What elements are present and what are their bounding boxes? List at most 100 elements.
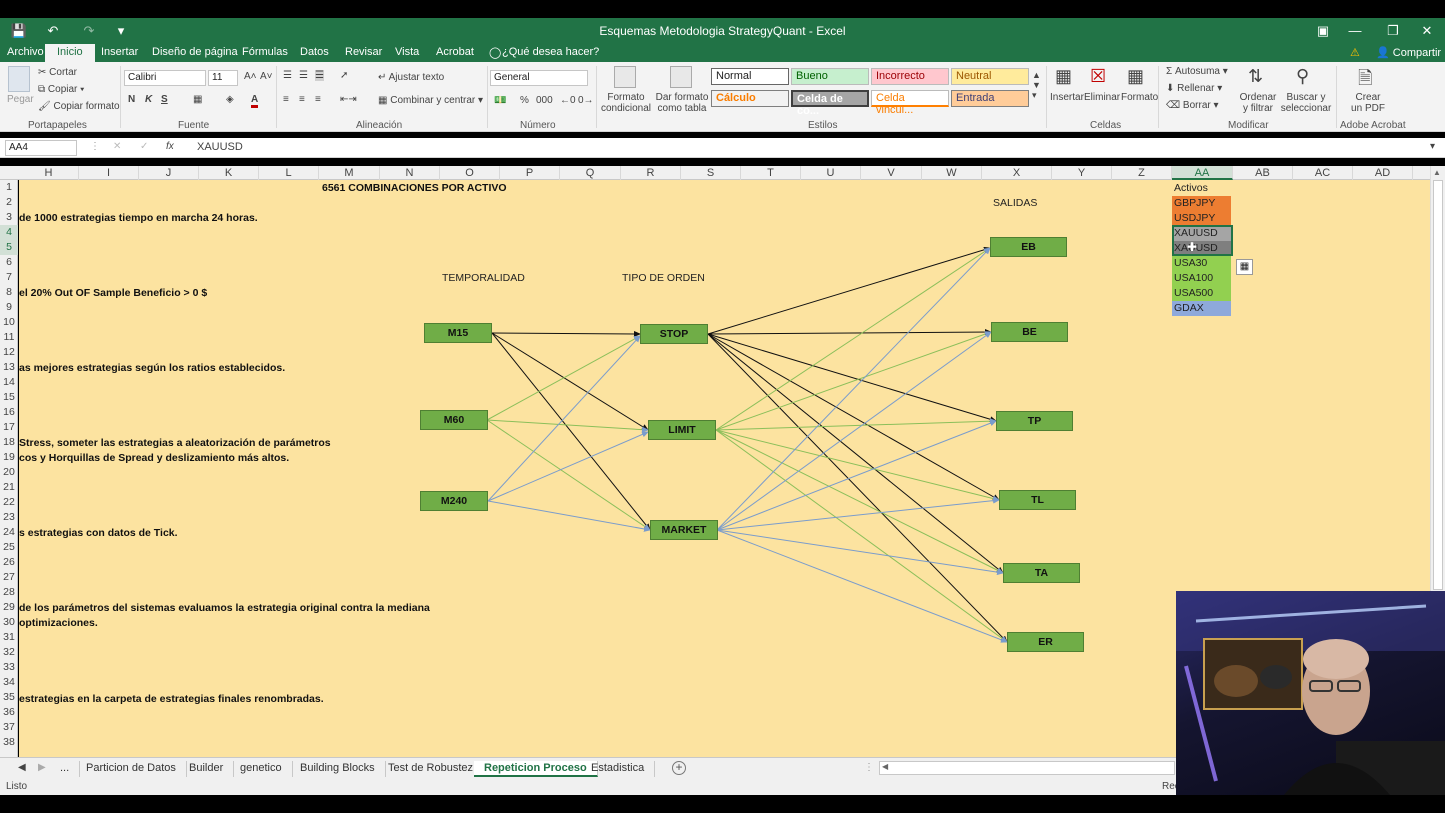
number-format-select[interactable]: General <box>490 70 588 86</box>
decrease-decimal-icon[interactable]: 0→ <box>578 95 594 106</box>
shrink-font-icon[interactable]: A˅ <box>260 71 273 82</box>
node-limit[interactable]: LIMIT <box>648 420 716 440</box>
column-header-i[interactable]: I <box>79 166 139 180</box>
quick-analysis-icon[interactable]: ▦ <box>1236 259 1253 275</box>
insert-cells-button[interactable]: Insertar <box>1050 92 1084 103</box>
thousands-icon[interactable]: 000 <box>536 95 553 106</box>
column-header-j[interactable]: J <box>139 166 199 180</box>
font-size-select[interactable]: 11 <box>208 70 238 86</box>
row-header-36[interactable]: 36 <box>0 705 18 720</box>
prev-sheet-icon[interactable]: ◀ <box>18 762 26 773</box>
cancel-icon[interactable]: ✕ <box>113 141 121 152</box>
row-header-28[interactable]: 28 <box>0 585 18 600</box>
italic-icon[interactable]: K <box>145 94 152 105</box>
row-header-29[interactable]: 29 <box>0 600 18 615</box>
warning-icon[interactable]: ⚠ <box>1350 46 1360 59</box>
horizontal-scrollbar[interactable]: ◀ <box>879 761 1175 775</box>
column-header-h[interactable]: H <box>19 166 79 180</box>
column-header-n[interactable]: N <box>380 166 440 180</box>
tab-vista[interactable]: Vista <box>395 46 419 58</box>
align-center-icon[interactable]: ≡ <box>299 94 305 105</box>
column-header-ad[interactable]: AD <box>1353 166 1413 180</box>
column-header-m[interactable]: M <box>319 166 380 180</box>
paste-button[interactable]: Pegar <box>7 94 34 105</box>
row-header-6[interactable]: 6 <box>0 255 18 270</box>
cut-button[interactable]: ✂ Cortar <box>38 67 77 78</box>
sheet-tab-particion[interactable]: Particion de Datos <box>76 761 187 777</box>
row-header-7[interactable]: 7 <box>0 270 18 285</box>
share-button[interactable]: 👤 Compartir <box>1376 46 1441 59</box>
bold-icon[interactable]: N <box>128 94 135 105</box>
asset-cell[interactable]: GDAX <box>1172 301 1231 316</box>
row-header-5[interactable]: 5 <box>0 240 18 255</box>
tab-insertar[interactable]: Insertar <box>101 46 138 58</box>
column-header-s[interactable]: S <box>681 166 741 180</box>
row-header-32[interactable]: 32 <box>0 645 18 660</box>
node-tp[interactable]: TP <box>996 411 1073 431</box>
column-header-ac[interactable]: AC <box>1293 166 1353 180</box>
node-er[interactable]: ER <box>1007 632 1084 652</box>
row-header-9[interactable]: 9 <box>0 300 18 315</box>
sheet-tab-genetico[interactable]: genetico <box>230 761 293 777</box>
clear-button[interactable]: ⌫ Borrar ▾ <box>1166 100 1219 111</box>
paste-icon[interactable] <box>8 66 30 92</box>
sheet-tab-building-blocks[interactable]: Building Blocks <box>290 761 386 777</box>
conditional-format-button[interactable]: Formato condicional <box>598 92 654 114</box>
autosum-button[interactable]: Σ Autosuma ▾ <box>1166 66 1228 77</box>
style-incorrecto[interactable]: Incorrecto <box>871 68 949 85</box>
row-header-2[interactable]: 2 <box>0 195 18 210</box>
row-header-1[interactable]: 1 <box>0 180 18 195</box>
sheet-tab-repeticion[interactable]: Repeticion Proceso <box>474 761 598 777</box>
row-header-34[interactable]: 34 <box>0 675 18 690</box>
wrap-text-button[interactable]: ↵ Ajustar texto <box>378 72 444 83</box>
column-header-t[interactable]: T <box>741 166 801 180</box>
format-cells-icon[interactable]: ▦ <box>1127 66 1144 87</box>
tell-me-search[interactable]: ¿Qué desea hacer? <box>502 46 599 58</box>
row-header-3[interactable]: 3 <box>0 210 18 225</box>
row-header-18[interactable]: 18 <box>0 435 18 450</box>
font-color-icon[interactable]: A <box>251 94 259 108</box>
underline-icon[interactable]: S <box>161 94 168 105</box>
row-header-8[interactable]: 8 <box>0 285 18 300</box>
column-header-l[interactable]: L <box>259 166 319 180</box>
copy-button[interactable]: ⧉ Copiar ▾ <box>38 84 84 95</box>
asset-cell[interactable]: USA30 <box>1172 256 1231 271</box>
merge-center-button[interactable]: ▦ Combinar y centrar ▾ <box>378 95 483 106</box>
font-name-select[interactable]: Calibri <box>124 70 206 86</box>
row-header-13[interactable]: 13 <box>0 360 18 375</box>
style-neutral[interactable]: Neutral <box>951 68 1029 85</box>
find-select-icon[interactable]: ⚲ <box>1296 66 1309 87</box>
row-header-30[interactable]: 30 <box>0 615 18 630</box>
asset-cell[interactable]: USA500 <box>1172 286 1231 301</box>
node-market[interactable]: MARKET <box>650 520 718 540</box>
row-header-11[interactable]: 11 <box>0 330 18 345</box>
row-header-20[interactable]: 20 <box>0 465 18 480</box>
tab-archivo[interactable]: Archivo <box>7 46 44 58</box>
tab-datos[interactable]: Datos <box>300 46 329 58</box>
row-header-24[interactable]: 24 <box>0 525 18 540</box>
column-header-u[interactable]: U <box>801 166 861 180</box>
orientation-icon[interactable]: ➚ <box>340 70 348 81</box>
column-header-w[interactable]: W <box>922 166 982 180</box>
node-m60[interactable]: M60 <box>420 410 488 430</box>
sort-filter-button[interactable]: Ordenar y filtrar <box>1236 92 1280 114</box>
row-header-10[interactable]: 10 <box>0 315 18 330</box>
column-header-r[interactable]: R <box>621 166 681 180</box>
row-header-15[interactable]: 15 <box>0 390 18 405</box>
column-header-z[interactable]: Z <box>1112 166 1172 180</box>
asset-cell[interactable]: USDJPY <box>1172 211 1231 226</box>
row-header-22[interactable]: 22 <box>0 495 18 510</box>
row-header-25[interactable]: 25 <box>0 540 18 555</box>
conditional-format-icon[interactable] <box>614 66 636 88</box>
row-header-37[interactable]: 37 <box>0 720 18 735</box>
style-celda-vinculada[interactable]: Celda vincul... <box>871 90 949 116</box>
fill-color-icon[interactable]: ◈ <box>226 94 234 105</box>
align-bottom-icon[interactable]: ☰ <box>315 70 324 81</box>
sort-filter-icon[interactable]: ⇅ <box>1248 66 1263 87</box>
asset-cell[interactable]: GBPJPY <box>1172 196 1231 211</box>
row-header-35[interactable]: 35 <box>0 690 18 705</box>
column-header-y[interactable]: Y <box>1052 166 1112 180</box>
row-header-14[interactable]: 14 <box>0 375 18 390</box>
style-entrada[interactable]: Entrada <box>951 90 1029 107</box>
delete-cells-icon[interactable]: ☒ <box>1090 66 1106 87</box>
